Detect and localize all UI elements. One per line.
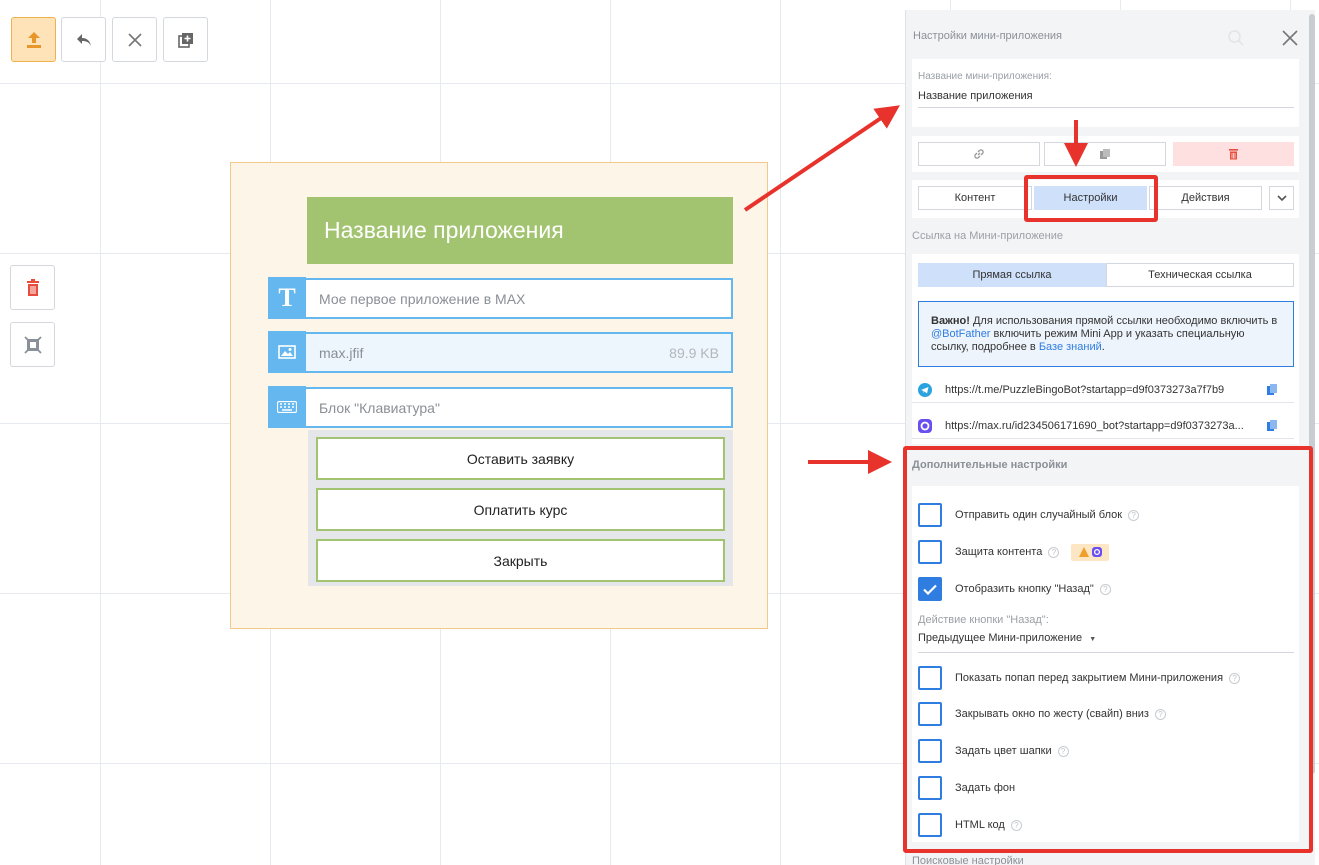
- annotation-arrows: [743, 105, 1088, 474]
- arrow-to-name: [743, 105, 900, 212]
